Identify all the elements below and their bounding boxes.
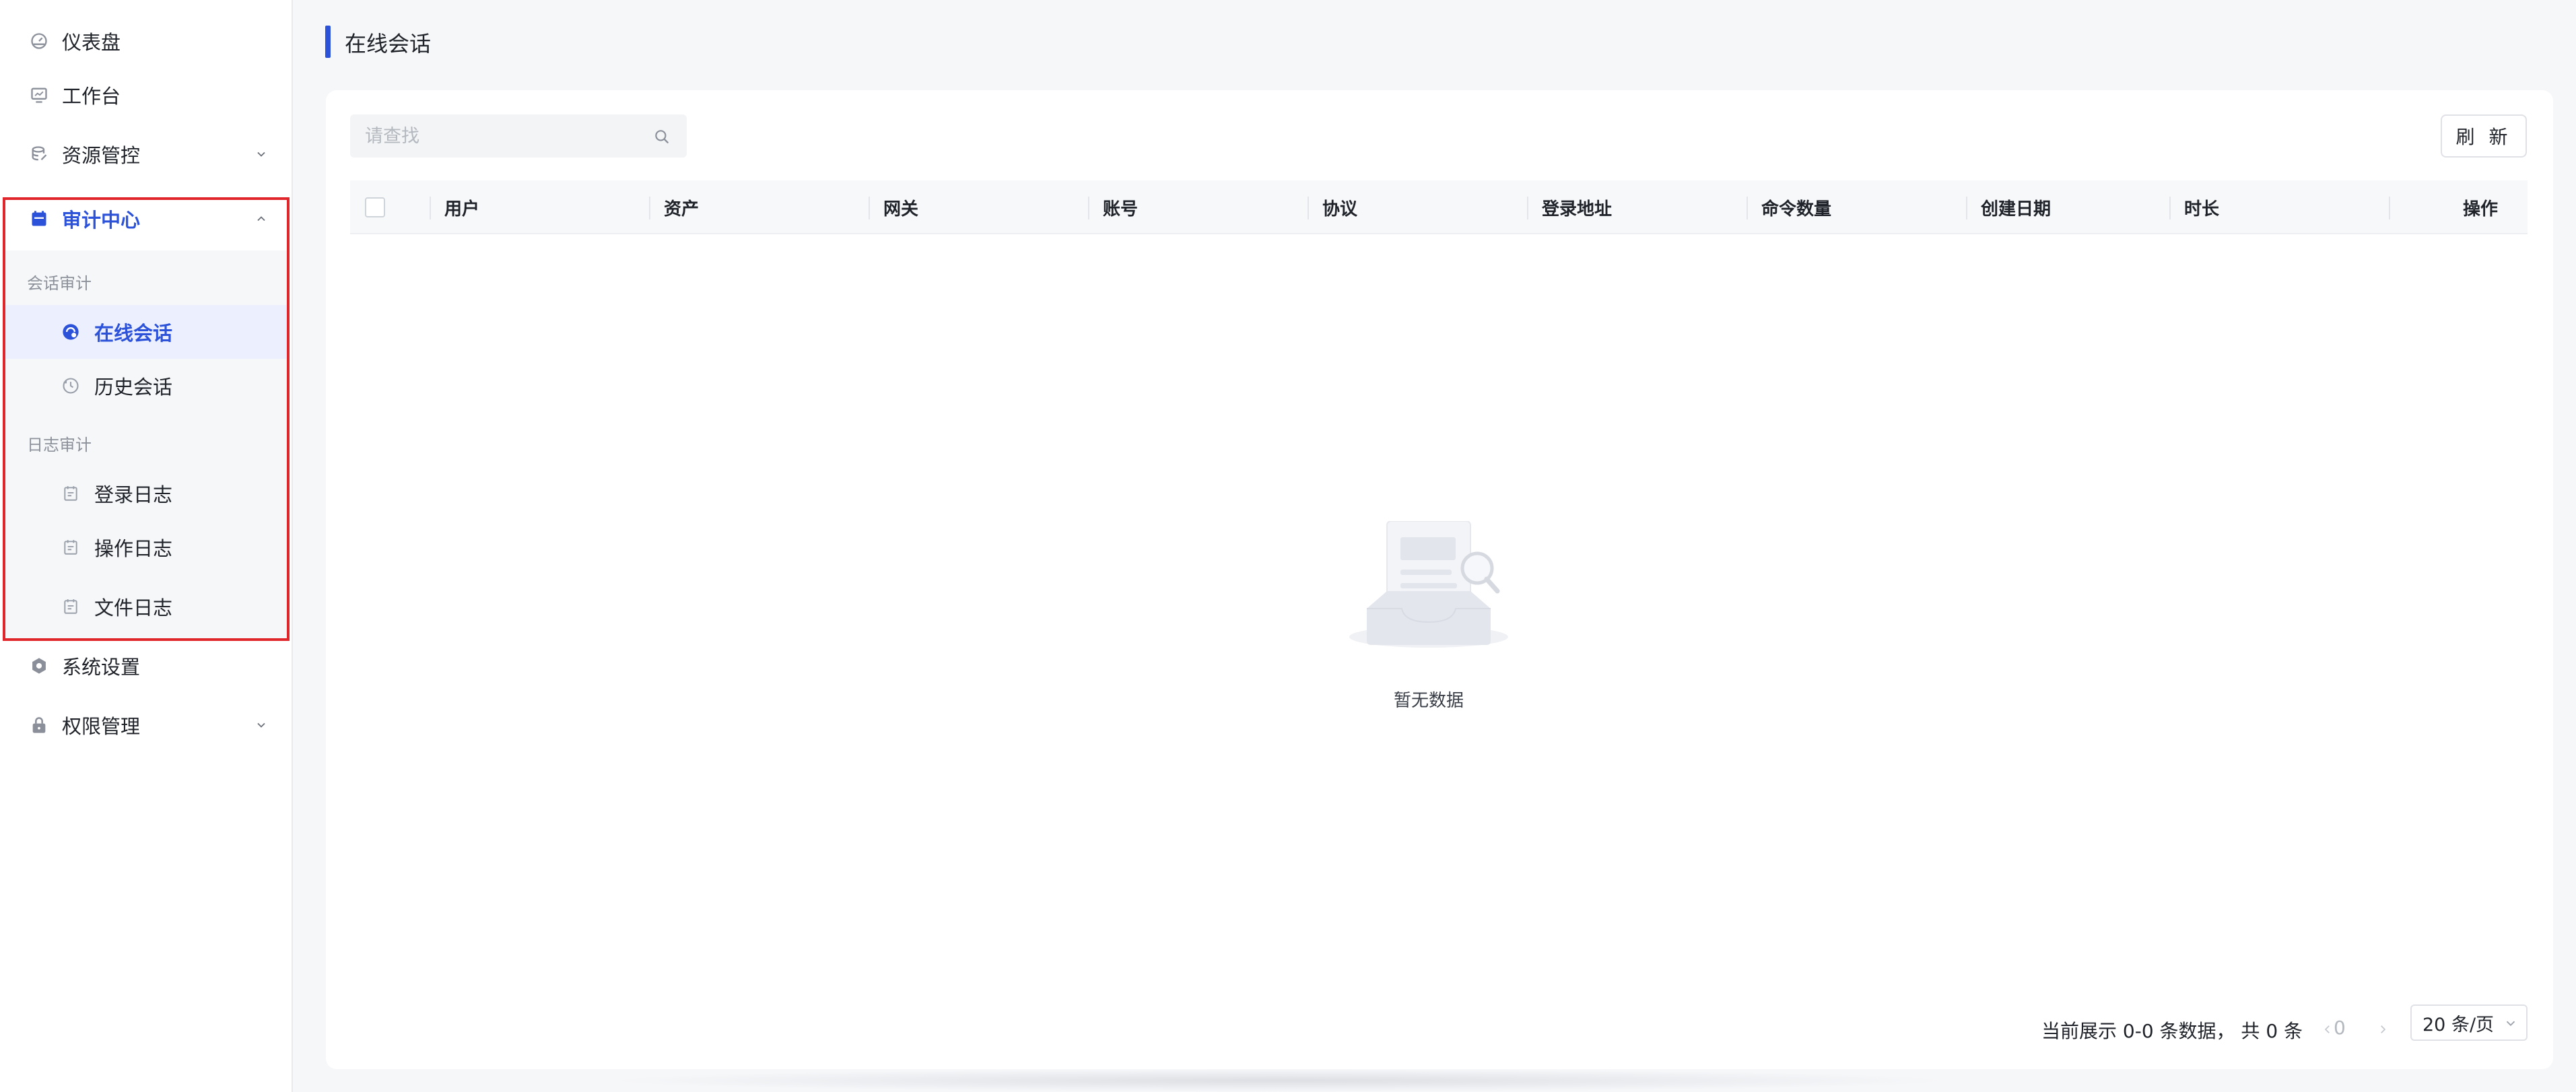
app-root: 仪表盘 工作台 资源管控 审计中心 会话审计 在线会话 历史会话 日志审计 登录… xyxy=(0,0,2576,1092)
column-header-actions[interactable]: 操作 xyxy=(2463,180,2498,234)
sidebar-item-label: 系统设置 xyxy=(62,656,141,679)
sidebar-item-online-session[interactable]: 在线会话 xyxy=(5,305,288,359)
sidebar-item-dashboard[interactable]: 仪表盘 xyxy=(0,14,292,68)
column-separator xyxy=(2389,197,2390,219)
empty-state-text: 暂无数据 xyxy=(1393,691,1464,711)
workbench-icon xyxy=(28,84,50,106)
sidebar-item-label: 历史会话 xyxy=(94,376,173,399)
sidebar-item-audit-center[interactable]: 审计中心 xyxy=(0,192,292,246)
calendar-icon xyxy=(28,208,50,230)
column-header-login-address[interactable]: 登录地址 xyxy=(1542,180,1612,234)
sidebar: 仪表盘 工作台 资源管控 审计中心 会话审计 在线会话 历史会话 日志审计 登录… xyxy=(0,0,293,1092)
sidebar-item-label: 工作台 xyxy=(62,85,121,108)
sidebar-item-history-session[interactable]: 历史会话 xyxy=(5,359,288,413)
sidebar-item-label: 权限管理 xyxy=(62,715,141,738)
log-icon xyxy=(61,596,81,617)
chevron-down-icon xyxy=(252,145,271,164)
bottom-shadow xyxy=(606,1069,1953,1092)
column-header-account[interactable]: 账号 xyxy=(1103,180,1138,234)
database-icon xyxy=(28,143,50,165)
column-separator xyxy=(1966,197,1967,219)
search-box xyxy=(350,114,687,158)
sidebar-item-file-log[interactable]: 文件日志 xyxy=(5,580,288,634)
refresh-button[interactable]: 刷 新 xyxy=(2441,114,2527,158)
sidebar-item-workbench[interactable]: 工作台 xyxy=(0,68,292,122)
search-input[interactable] xyxy=(350,114,646,158)
column-separator xyxy=(430,197,431,219)
column-header-command-count[interactable]: 命令数量 xyxy=(1761,180,1831,234)
dashboard-icon xyxy=(28,30,50,52)
empty-state-illustration xyxy=(1348,520,1510,649)
sidebar-item-label: 资源管控 xyxy=(62,144,141,167)
page-header: 在线会话 xyxy=(294,0,2576,85)
column-separator xyxy=(1747,197,1748,219)
chevron-up-icon xyxy=(252,209,271,228)
column-header-user[interactable]: 用户 xyxy=(444,180,479,234)
column-header-gateway[interactable]: 网关 xyxy=(883,180,918,234)
sidebar-item-permissions[interactable]: 权限管理 xyxy=(0,698,292,752)
column-separator xyxy=(649,197,650,219)
column-separator xyxy=(1527,197,1528,219)
column-separator xyxy=(1088,197,1089,219)
sidebar-item-label: 文件日志 xyxy=(94,596,173,619)
column-header-asset[interactable]: 资产 xyxy=(664,180,699,234)
column-header-protocol[interactable]: 协议 xyxy=(1322,180,1357,234)
gear-icon xyxy=(28,655,50,677)
sidebar-item-resources[interactable]: 资源管控 xyxy=(0,127,292,181)
log-icon xyxy=(61,483,81,504)
column-header-created-date[interactable]: 创建日期 xyxy=(1981,180,2051,234)
column-separator xyxy=(869,197,870,219)
page-title: 在线会话 xyxy=(345,31,432,57)
online-session-icon xyxy=(61,322,81,342)
chevron-down-icon xyxy=(252,716,271,735)
sidebar-item-system-settings[interactable]: 系统设置 xyxy=(0,639,292,693)
lock-icon xyxy=(28,714,50,736)
sidebar-item-label: 操作日志 xyxy=(94,537,173,560)
title-accent-bar xyxy=(325,26,331,58)
sidebar-item-label: 仪表盘 xyxy=(62,31,121,54)
history-icon xyxy=(61,376,81,396)
table-header: 用户 资产 网关 账号 协议 登录地址 命令数量 创建日期 时长 操作 xyxy=(350,180,2528,234)
group-title-log: 日志审计 xyxy=(27,436,92,454)
log-icon xyxy=(61,537,81,557)
select-all-checkbox[interactable] xyxy=(365,197,385,217)
sidebar-item-login-log[interactable]: 登录日志 xyxy=(5,467,288,520)
group-title-session: 会话审计 xyxy=(27,274,92,293)
sidebar-item-operation-log[interactable]: 操作日志 xyxy=(5,520,288,574)
search-icon[interactable] xyxy=(652,127,672,147)
column-header-duration[interactable]: 时长 xyxy=(2184,180,2219,234)
sidebar-item-label: 在线会话 xyxy=(94,322,173,345)
column-separator xyxy=(2169,197,2171,219)
sidebar-item-label: 登录日志 xyxy=(94,483,173,506)
sidebar-item-label: 审计中心 xyxy=(62,209,141,232)
column-separator xyxy=(1308,197,1309,219)
content-card: 刷 新 用户 资产 网关 账号 协议 登录地址 命令数量 创建日期 时长 操作 xyxy=(326,90,2553,1069)
